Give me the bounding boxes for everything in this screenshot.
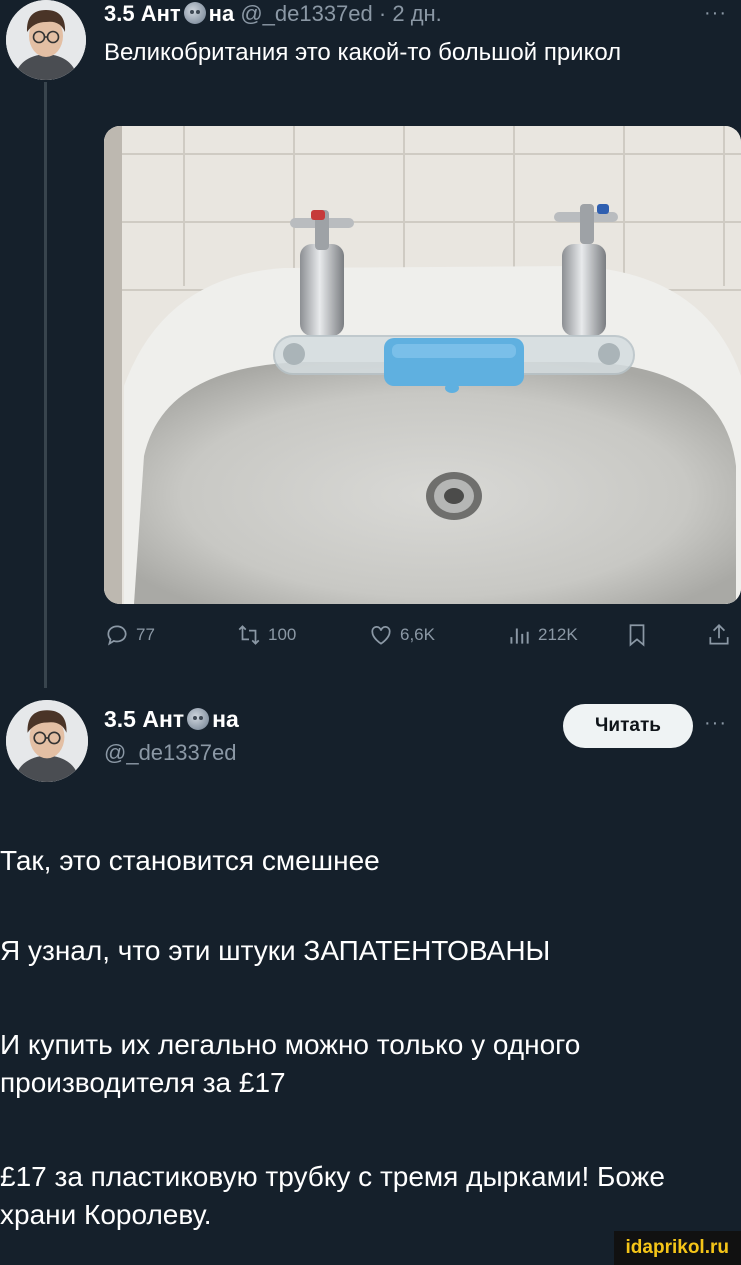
views-button[interactable]: 212K bbox=[506, 622, 578, 648]
repost-count: 100 bbox=[268, 625, 297, 644]
author-handle[interactable]: @_de1337ed bbox=[104, 738, 239, 768]
reply-count: 77 bbox=[136, 625, 155, 644]
avatar[interactable] bbox=[6, 700, 88, 782]
reply-button[interactable]: 77 bbox=[104, 622, 155, 648]
moon-emoji-icon bbox=[187, 708, 210, 730]
post1-header: 3.5 Ант на @_de1337ed · 2 дн. bbox=[104, 0, 442, 28]
more-options-icon[interactable]: ··· bbox=[704, 712, 727, 735]
post1-text: Великобритания это какой-то большой прик… bbox=[104, 39, 622, 66]
post2-paragraph: £17 за пластиковую трубку с тремя дыркам… bbox=[0, 1161, 665, 1230]
author-name-suffix[interactable]: на bbox=[209, 1, 235, 26]
share-button[interactable] bbox=[706, 622, 732, 648]
follow-button[interactable]: Читать bbox=[563, 704, 693, 748]
avatar[interactable] bbox=[6, 0, 86, 80]
repost-icon bbox=[238, 625, 260, 645]
thread-line bbox=[44, 82, 47, 688]
post1-action-bar: 77 100 6,6K 212K bbox=[104, 622, 741, 652]
bookmark-icon bbox=[629, 624, 645, 647]
bookmark-button[interactable] bbox=[624, 622, 650, 648]
heart-icon bbox=[371, 626, 391, 645]
reply-icon bbox=[107, 625, 127, 646]
post2-paragraph: Я узнал, что эти штуки ЗАПАТЕНТОВАНЫ bbox=[0, 935, 551, 966]
post2-paragraph: Так, это становится смешнее bbox=[0, 845, 380, 876]
author-name[interactable]: 3.5 Ант bbox=[104, 706, 184, 732]
share-icon bbox=[709, 624, 729, 645]
avatar-image bbox=[6, 0, 86, 80]
repost-button[interactable]: 100 bbox=[236, 622, 296, 648]
like-count: 6,6K bbox=[400, 625, 435, 644]
separator: · bbox=[378, 1, 387, 26]
watermark: idaprikol.ru bbox=[613, 1231, 741, 1265]
views-icon bbox=[510, 628, 529, 644]
views-count: 212K bbox=[538, 625, 578, 644]
post-age[interactable]: 2 дн. bbox=[392, 1, 441, 26]
author-name[interactable]: 3.5 Ант bbox=[104, 1, 181, 26]
post2-header: 3.5 Ант на @_de1337ed bbox=[104, 704, 239, 768]
author-name-suffix[interactable]: на bbox=[212, 706, 239, 732]
sink-photo bbox=[104, 126, 741, 604]
more-options-icon[interactable]: ··· bbox=[704, 2, 727, 25]
post-media-image[interactable] bbox=[104, 126, 741, 604]
moon-emoji-icon bbox=[183, 2, 206, 24]
like-button[interactable]: 6,6K bbox=[368, 622, 435, 648]
avatar-image bbox=[6, 700, 88, 782]
post2-paragraph: И купить их легально можно только у одно… bbox=[0, 1029, 581, 1098]
author-handle[interactable]: @_de1337ed bbox=[240, 1, 372, 26]
